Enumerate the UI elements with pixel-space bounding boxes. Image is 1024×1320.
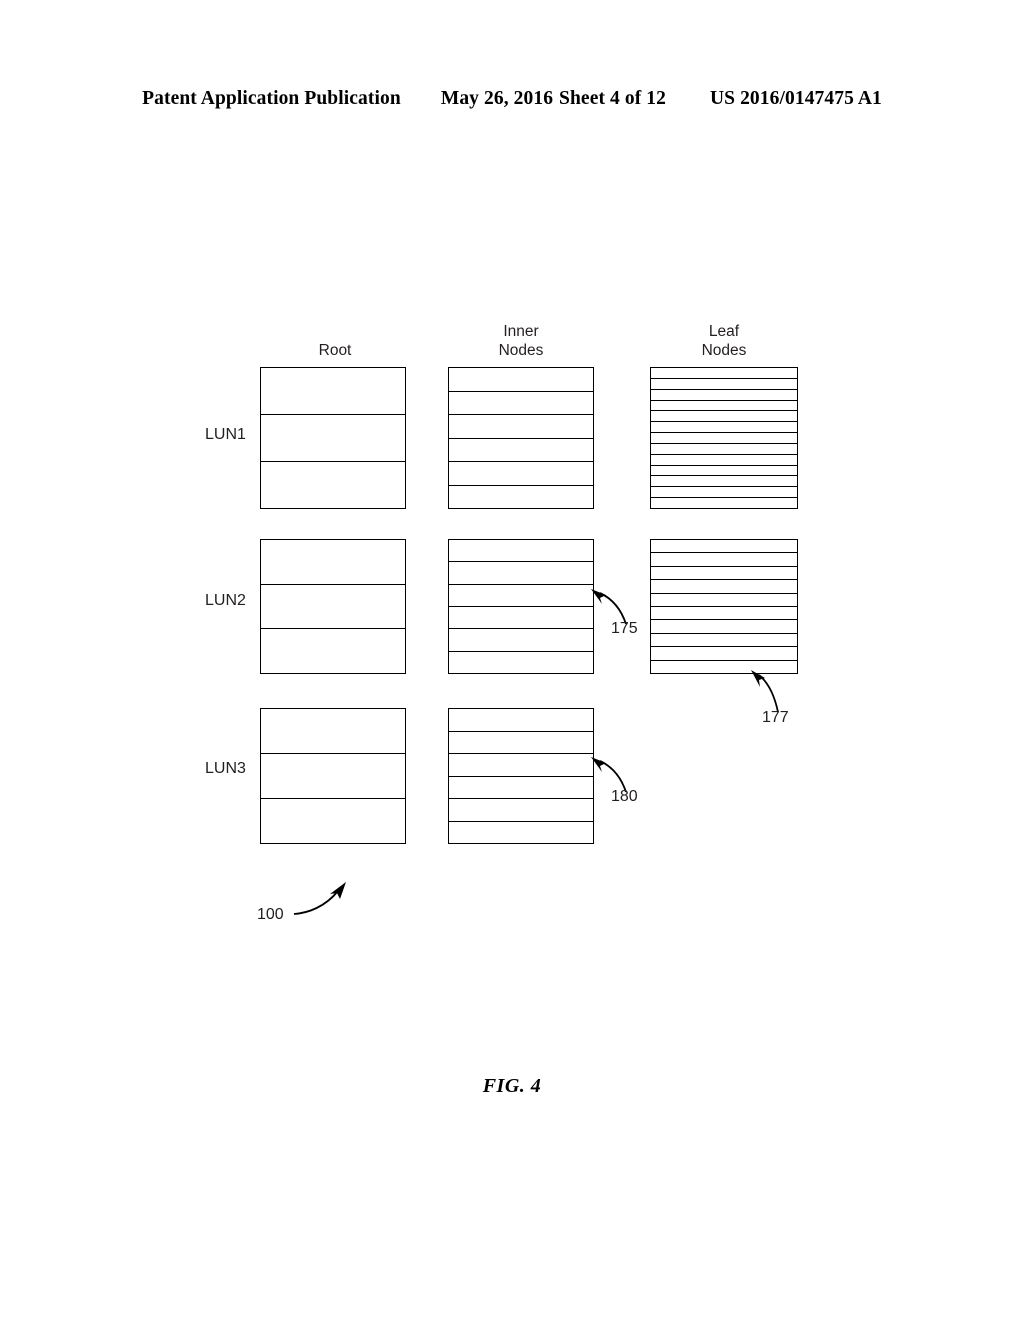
node-cell <box>449 439 593 462</box>
callout-label-100: 100 <box>257 906 284 923</box>
figure-caption: FIG. 4 <box>482 1075 542 1097</box>
column-header-root: Root <box>318 342 352 359</box>
node-cell <box>261 540 405 585</box>
node-cell <box>449 562 593 585</box>
row-label-lun1: LUN1 <box>205 426 246 443</box>
node-cell <box>651 580 797 594</box>
lun1-root-box <box>260 367 406 509</box>
node-cell <box>651 567 797 581</box>
node-cell <box>449 415 593 439</box>
node-cell <box>261 368 405 415</box>
node-cell <box>449 486 593 509</box>
node-cell <box>651 433 797 444</box>
lun3-inner-nodes-box <box>448 708 594 844</box>
node-cell <box>261 629 405 673</box>
node-cell <box>651 411 797 423</box>
node-cell <box>261 754 405 799</box>
node-cell <box>449 754 593 777</box>
node-cell <box>261 585 405 630</box>
row-label-lun2: LUN2 <box>205 592 246 609</box>
lun2-root-box <box>260 539 406 674</box>
node-cell <box>651 620 797 634</box>
node-cell <box>651 553 797 567</box>
node-cell <box>261 415 405 462</box>
callout-label-180: 180 <box>611 788 638 805</box>
callout-label-177: 177 <box>762 709 789 726</box>
node-cell <box>449 368 593 392</box>
lun1-leaf-nodes-box <box>650 367 798 509</box>
node-cell <box>449 540 593 563</box>
callout-arrow-100 <box>293 882 346 915</box>
node-cell <box>449 822 593 844</box>
node-cell <box>651 455 797 466</box>
node-cell <box>449 799 593 822</box>
node-cell <box>449 629 593 652</box>
node-cell <box>261 462 405 508</box>
node-cell <box>651 390 797 401</box>
node-cell <box>651 368 797 379</box>
node-cell <box>651 594 797 608</box>
node-cell <box>449 709 593 732</box>
node-cell <box>651 444 797 455</box>
node-cell <box>449 462 593 486</box>
node-cell <box>651 466 797 477</box>
node-cell <box>449 652 593 673</box>
lun2-leaf-nodes-box <box>650 539 798 674</box>
callout-label-175: 175 <box>611 620 638 637</box>
column-header-inner-nodes: Inner Nodes <box>498 323 544 359</box>
node-cell <box>651 647 797 661</box>
patent-figure-4: Root Inner Nodes Leaf Nodes LUN1 LUN2 LU… <box>0 0 1024 1320</box>
row-label-lun3: LUN3 <box>205 760 246 777</box>
node-cell <box>651 607 797 621</box>
lun2-inner-nodes-box <box>448 539 594 674</box>
lun1-inner-nodes-box <box>448 367 594 509</box>
lun3-root-box <box>260 708 406 844</box>
node-cell <box>449 585 593 607</box>
column-header-leaf-nodes: Leaf Nodes <box>701 323 747 359</box>
node-cell <box>651 401 797 412</box>
node-cell <box>261 799 405 843</box>
node-cell <box>651 487 797 499</box>
node-cell <box>651 379 797 390</box>
node-cell <box>449 777 593 799</box>
node-cell <box>449 392 593 415</box>
node-cell <box>449 732 593 754</box>
node-cell <box>651 540 797 554</box>
node-cell <box>651 498 797 508</box>
node-cell <box>449 607 593 630</box>
node-cell <box>651 422 797 434</box>
node-cell <box>651 476 797 488</box>
node-cell <box>261 709 405 754</box>
node-cell <box>651 634 797 648</box>
